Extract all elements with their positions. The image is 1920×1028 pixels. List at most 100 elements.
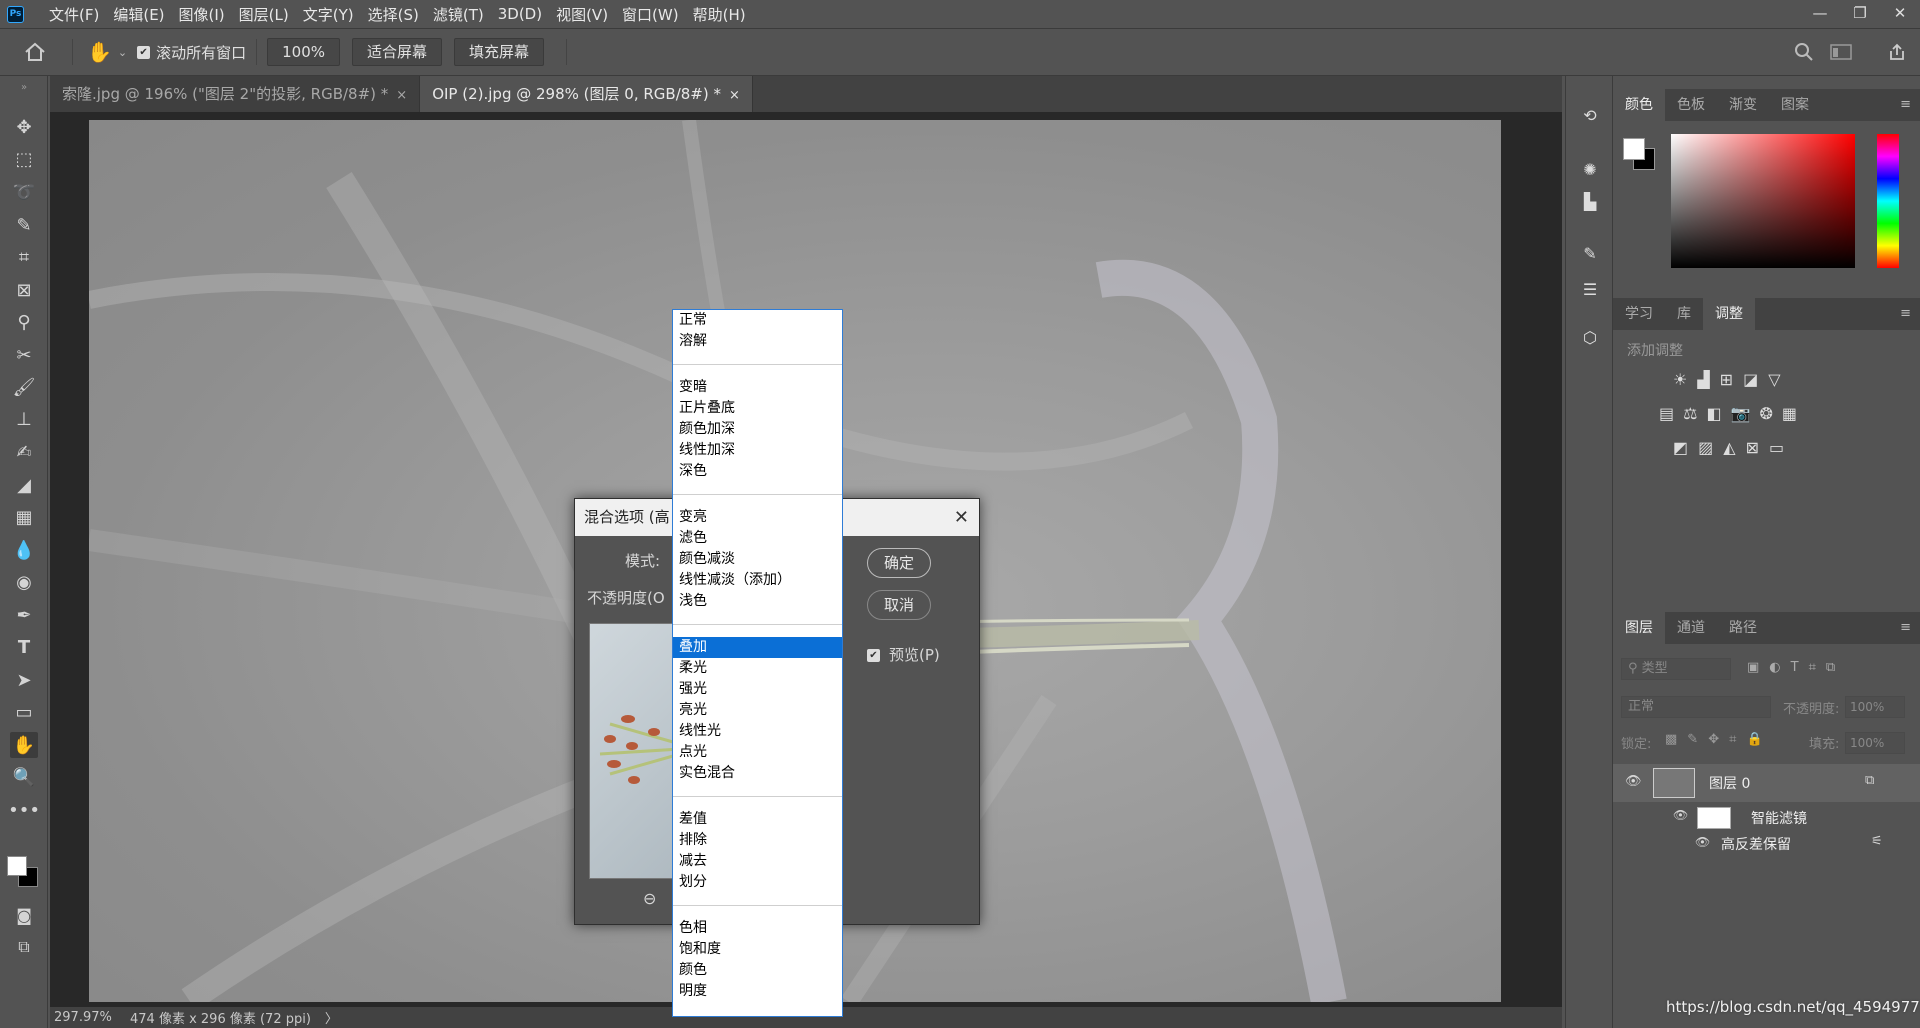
- blend-mode-option[interactable]: 颜色: [673, 960, 842, 981]
- menu-3d[interactable]: 3D(D): [491, 5, 549, 23]
- rectangle-tool-icon[interactable]: ▭: [10, 699, 38, 725]
- lock-pixels-icon[interactable]: ✎: [1687, 732, 1698, 747]
- histogram-icon[interactable]: ▙: [1578, 192, 1602, 214]
- screen-mode-icon[interactable]: ⧉: [10, 934, 38, 960]
- menu-help[interactable]: 帮助(H): [686, 4, 753, 25]
- blend-mode-option[interactable]: 差值: [673, 809, 842, 830]
- history-icon[interactable]: ⟲: [1578, 106, 1602, 128]
- exposure-icon[interactable]: ◪: [1743, 370, 1758, 389]
- eye-icon[interactable]: 👁: [1673, 808, 1688, 822]
- shape-filter-icon[interactable]: ⌗: [1809, 660, 1816, 675]
- gradient-tool-icon[interactable]: ▦: [10, 504, 38, 530]
- blend-mode-option[interactable]: 变暗: [673, 377, 842, 398]
- quick-select-tool-icon[interactable]: ✎: [10, 212, 38, 238]
- tab-gradients[interactable]: 渐变: [1717, 89, 1769, 121]
- blend-mode-select[interactable]: 正常: [1621, 696, 1771, 718]
- blend-mode-option[interactable]: 柔光: [673, 658, 842, 679]
- blend-mode-option[interactable]: 亮光: [673, 700, 842, 721]
- eyedropper-tool-icon[interactable]: ⚲: [10, 309, 38, 335]
- tab-paths[interactable]: 路径: [1717, 612, 1769, 644]
- hue-saturation-icon[interactable]: ▤: [1659, 404, 1674, 423]
- dodge-tool-icon[interactable]: ◉: [10, 569, 38, 595]
- lock-all-icon[interactable]: 🔒: [1746, 732, 1762, 747]
- tab-channels[interactable]: 通道: [1665, 612, 1717, 644]
- hand-tool-icon[interactable]: ✋: [87, 40, 112, 64]
- blend-mode-option[interactable]: 变亮: [673, 507, 842, 528]
- brushes-icon[interactable]: ✎: [1578, 244, 1602, 266]
- zoom-tool-icon[interactable]: 🔍: [10, 764, 38, 790]
- blend-mode-option[interactable]: 正常: [673, 310, 842, 331]
- levels-icon[interactable]: ▟: [1697, 370, 1709, 389]
- vibrance-icon[interactable]: ▽: [1768, 370, 1780, 389]
- lock-transparent-icon[interactable]: ▩: [1665, 732, 1677, 747]
- search-icon[interactable]: [1794, 42, 1814, 62]
- blend-mode-option[interactable]: 浅色: [673, 591, 842, 612]
- blend-mode-option[interactable]: 线性光: [673, 721, 842, 742]
- menu-layer[interactable]: 图层(L): [232, 4, 296, 25]
- quick-mask-icon[interactable]: ◙: [10, 902, 38, 928]
- type-filter-icon[interactable]: T: [1791, 660, 1799, 675]
- blend-mode-option[interactable]: 滤色: [673, 528, 842, 549]
- curves-icon[interactable]: ⊞: [1720, 370, 1733, 389]
- filter-row[interactable]: 👁 高反差保留 ⚟: [1613, 832, 1920, 856]
- zoom-100-button[interactable]: 100%: [267, 38, 341, 66]
- gradient-map-icon[interactable]: ▭: [1769, 438, 1784, 457]
- layer-row[interactable]: 👁 图层 0 ⧉: [1613, 764, 1920, 802]
- tab-swatches[interactable]: 色板: [1665, 89, 1717, 121]
- blend-mode-option[interactable]: 划分: [673, 872, 842, 893]
- tab-libraries[interactable]: 库: [1665, 298, 1703, 330]
- menu-view[interactable]: 视图(V): [549, 4, 615, 25]
- close-button[interactable]: ✕: [1880, 0, 1920, 29]
- cancel-button[interactable]: 取消: [867, 590, 931, 620]
- pixel-filter-icon[interactable]: ▣: [1747, 660, 1759, 675]
- 3d-icon[interactable]: ⬡: [1578, 328, 1602, 350]
- layer-filter-dropdown[interactable]: ⚲ 类型: [1621, 658, 1731, 680]
- blend-mode-option-selected[interactable]: 叠加: [673, 637, 842, 658]
- restore-button[interactable]: ❐: [1840, 0, 1880, 29]
- blur-tool-icon[interactable]: 💧: [10, 537, 38, 563]
- blend-mode-option[interactable]: 线性加深: [673, 440, 842, 461]
- preview-checkbox[interactable]: ✔: [867, 649, 880, 662]
- menu-type[interactable]: 文字(Y): [296, 4, 361, 25]
- lock-artboard-icon[interactable]: ⌗: [1729, 732, 1736, 747]
- tab-document-1[interactable]: 索隆.jpg @ 196% ("图层 2"的投影, RGB/8#) * ×: [50, 76, 421, 112]
- history-brush-tool-icon[interactable]: ✍: [10, 439, 38, 465]
- eye-icon[interactable]: 👁: [1695, 835, 1710, 849]
- menu-select[interactable]: 选择(S): [361, 4, 426, 25]
- filter-mask-thumbnail[interactable]: [1697, 807, 1731, 829]
- black-white-icon[interactable]: ◧: [1706, 404, 1721, 423]
- smart-object-filter-icon[interactable]: ⧉: [1826, 660, 1835, 675]
- tab-color[interactable]: 颜色: [1613, 89, 1665, 121]
- chevron-down-icon[interactable]: ⌄: [118, 46, 127, 59]
- smart-filter-row[interactable]: 👁 智能滤镜: [1613, 804, 1920, 830]
- close-icon[interactable]: ×: [396, 88, 407, 103]
- fill-input[interactable]: 100%: [1845, 732, 1905, 754]
- menu-file[interactable]: 文件(F): [42, 4, 106, 25]
- lock-position-icon[interactable]: ✥: [1708, 732, 1719, 747]
- tab-document-2[interactable]: OIP (2).jpg @ 298% (图层 0, RGB/8#) * ×: [420, 76, 753, 112]
- filter-options-icon[interactable]: ⚟: [1871, 834, 1883, 849]
- opacity-input[interactable]: 100%: [1845, 696, 1905, 718]
- brush-settings-icon[interactable]: ✺: [1578, 160, 1602, 182]
- blend-mode-option[interactable]: 减去: [673, 851, 842, 872]
- panel-menu-icon[interactable]: ≡: [1890, 612, 1920, 644]
- zoom-out-icon[interactable]: ⊖: [643, 889, 656, 908]
- selective-color-icon[interactable]: ⊠: [1746, 438, 1759, 457]
- panel-menu-icon[interactable]: ≡: [1890, 89, 1920, 121]
- share-icon[interactable]: [1888, 43, 1906, 61]
- blend-mode-option[interactable]: 色相: [673, 918, 842, 939]
- healing-tool-icon[interactable]: ✂: [10, 342, 38, 368]
- blend-mode-option[interactable]: 溶解: [673, 331, 842, 352]
- close-icon[interactable]: ✕: [954, 499, 969, 536]
- more-tools-icon[interactable]: •••: [8, 797, 40, 823]
- blend-mode-option[interactable]: 颜色加深: [673, 419, 842, 440]
- menu-image[interactable]: 图像(I): [172, 4, 232, 25]
- hand-tool-icon[interactable]: ✋: [10, 732, 38, 758]
- tab-layers[interactable]: 图层: [1613, 612, 1665, 644]
- invert-icon[interactable]: ◩: [1673, 438, 1688, 457]
- panel-menu-icon[interactable]: ≡: [1890, 298, 1920, 330]
- chevron-right-icon[interactable]: 〉: [325, 1008, 338, 1027]
- move-tool-icon[interactable]: ✥: [10, 114, 38, 140]
- home-icon[interactable]: [24, 42, 46, 62]
- color-field[interactable]: [1671, 134, 1855, 268]
